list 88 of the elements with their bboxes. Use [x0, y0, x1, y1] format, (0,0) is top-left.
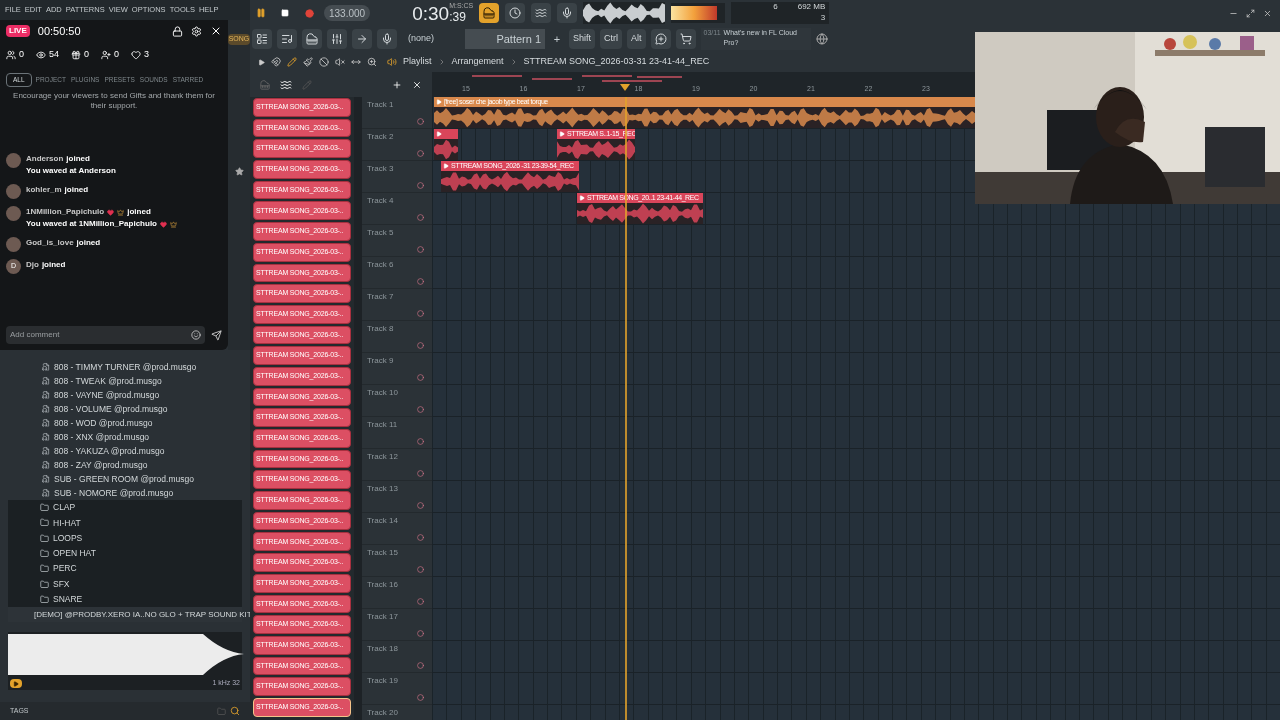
file-name: SUB - NOMORE @prod.musgo [54, 486, 174, 500]
track-name: Track 3 [367, 163, 394, 175]
track-name: Track 18 [367, 643, 398, 655]
track-name: Track 9 [367, 355, 394, 367]
pack-name: [DEMO] @PRODBY.XERO IA..NO GLO + TRAP SOUND KIT [34, 608, 252, 621]
browser-folder[interactable]: HI-HAT [8, 515, 242, 531]
browser-file[interactable]: SUB - GREEN ROOM @prod.musgo [0, 472, 250, 486]
track-name: Track 1 [367, 99, 394, 111]
time-centiseconds: :39 [449, 10, 466, 24]
browser-file[interactable]: 808 - VOLUME @prod.musgo [0, 402, 250, 416]
file-name: 808 - ZAY @prod.musgo [54, 458, 148, 472]
chat-action: joined [64, 184, 89, 196]
track-name: Track 17 [367, 611, 398, 623]
folder-name: PERC [53, 562, 77, 576]
track-name: Track 16 [367, 579, 398, 591]
track-name: Track 7 [367, 291, 394, 303]
track-name: Track 10 [367, 387, 398, 399]
browser-file[interactable]: 808 - XNX @prod.musgo [0, 430, 250, 444]
chat-action: joined [41, 259, 66, 271]
overlay-hint: Encourage your viewers to send Gifts and thank them for their support. [12, 91, 216, 111]
track-name: Track 14 [367, 515, 398, 527]
folder-name: LOOPS [53, 531, 83, 545]
comment-field[interactable]: Add comment [6, 326, 205, 344]
pattern-field[interactable]: Pattern 1 [465, 29, 545, 49]
folder-name: HI-HAT [53, 516, 81, 530]
file-name: 808 - YAKUZA @prod.musgo [54, 444, 165, 458]
file-name: 808 - VOLUME @prod.musgo [54, 402, 168, 416]
folder-name: CLAP [53, 501, 76, 514]
modifier-key[interactable]: Ctrl [600, 29, 623, 49]
time-display: 0:30 [412, 4, 450, 24]
track-name: Track 6 [367, 259, 394, 271]
file-name: 808 - WOD @prod.musgo [54, 416, 153, 430]
chat-username[interactable]: Djo [26, 259, 39, 271]
browser-file[interactable]: 808 - ZAY @prod.musgo [0, 458, 250, 472]
modifier-key[interactable]: Alt [627, 29, 646, 49]
browser-folder[interactable]: CLAP [8, 500, 242, 516]
add-pattern-button[interactable]: + [550, 29, 564, 49]
browser-folder[interactable]: PERC [8, 561, 242, 577]
breadcrumb-item[interactable]: Playlist [403, 55, 432, 69]
track-name: Track 2 [367, 131, 394, 143]
live-badge: LIVE [6, 25, 30, 37]
live-duration: 00:50:50 [37, 23, 81, 39]
file-name: 808 - VAYNE @prod.musgo [54, 388, 160, 402]
stat-count: 0 [84, 48, 90, 62]
chat-username[interactable]: 1NMillion_Papichulo [26, 206, 105, 218]
folder-name: SFX [53, 577, 70, 591]
track-name: Track 13 [367, 483, 398, 495]
file-name: 808 - TWEAK @prod.musgo [54, 374, 162, 388]
chat-action: joined [127, 206, 151, 218]
stat-count: 0 [19, 48, 24, 62]
browser-folder[interactable]: SFX [8, 576, 242, 592]
browser-file[interactable]: 808 - TWEAK @prod.musgo [0, 374, 250, 388]
breadcrumb-item[interactable]: Arrangement [451, 55, 504, 69]
folder-name: OPEN HAT [53, 547, 96, 560]
stat-count: 0 [114, 48, 120, 62]
chat-note: You waved at 1NMillion_Papichulo [26, 218, 157, 230]
tempo-display[interactable]: 133.000 [324, 5, 371, 21]
cpu-value: 6 [772, 2, 779, 13]
track-name: Track 12 [367, 451, 398, 463]
chat-action: joined [76, 237, 101, 249]
browser-file[interactable]: 808 - YAKUZA @prod.musgo [0, 444, 250, 458]
track-name: Track 19 [367, 675, 398, 687]
browser-file[interactable]: 808 - VAYNE @prod.musgo [0, 388, 250, 402]
track-name: Track 5 [367, 227, 394, 239]
polyphony-value: 3 [819, 13, 826, 24]
browser-file[interactable]: 808 - WOD @prod.musgo [0, 416, 250, 430]
track-name: Track 11 [367, 419, 398, 431]
chat-action: joined [66, 153, 90, 165]
stat-count: 54 [49, 48, 60, 62]
track-name: Track 15 [367, 547, 398, 559]
stat-count: 3 [144, 48, 150, 62]
track-name: Track 20 [367, 707, 398, 719]
modifier-key[interactable]: Shift [569, 29, 596, 49]
track-name: Track 8 [367, 323, 394, 335]
file-name: 808 - TIMMY TURNER @prod.musgo [54, 360, 197, 374]
track-name: Track 4 [367, 195, 394, 207]
memory-value: 692 MB [797, 2, 826, 13]
browser-file[interactable]: SUB - NOMORE @prod.musgo [0, 486, 250, 500]
browser-file[interactable]: 808 - TIMMY TURNER @prod.musgo [0, 360, 250, 374]
chat-username[interactable]: God_is_love [26, 237, 74, 249]
file-name: SUB - GREEN ROOM @prod.musgo [54, 472, 194, 486]
chat-username[interactable]: Anderson [26, 153, 64, 165]
chat-username[interactable]: kohler_m [26, 184, 62, 196]
chat-note: You waved at Anderson [26, 165, 116, 177]
file-name: 808 - XNX @prod.musgo [54, 430, 150, 444]
breadcrumb-item[interactable]: STTREAM SONG_2026-03-31 23-41-44_REC [523, 55, 710, 69]
comment-input[interactable]: Add comment [10, 329, 191, 341]
folder-name: SNARE [53, 593, 83, 606]
